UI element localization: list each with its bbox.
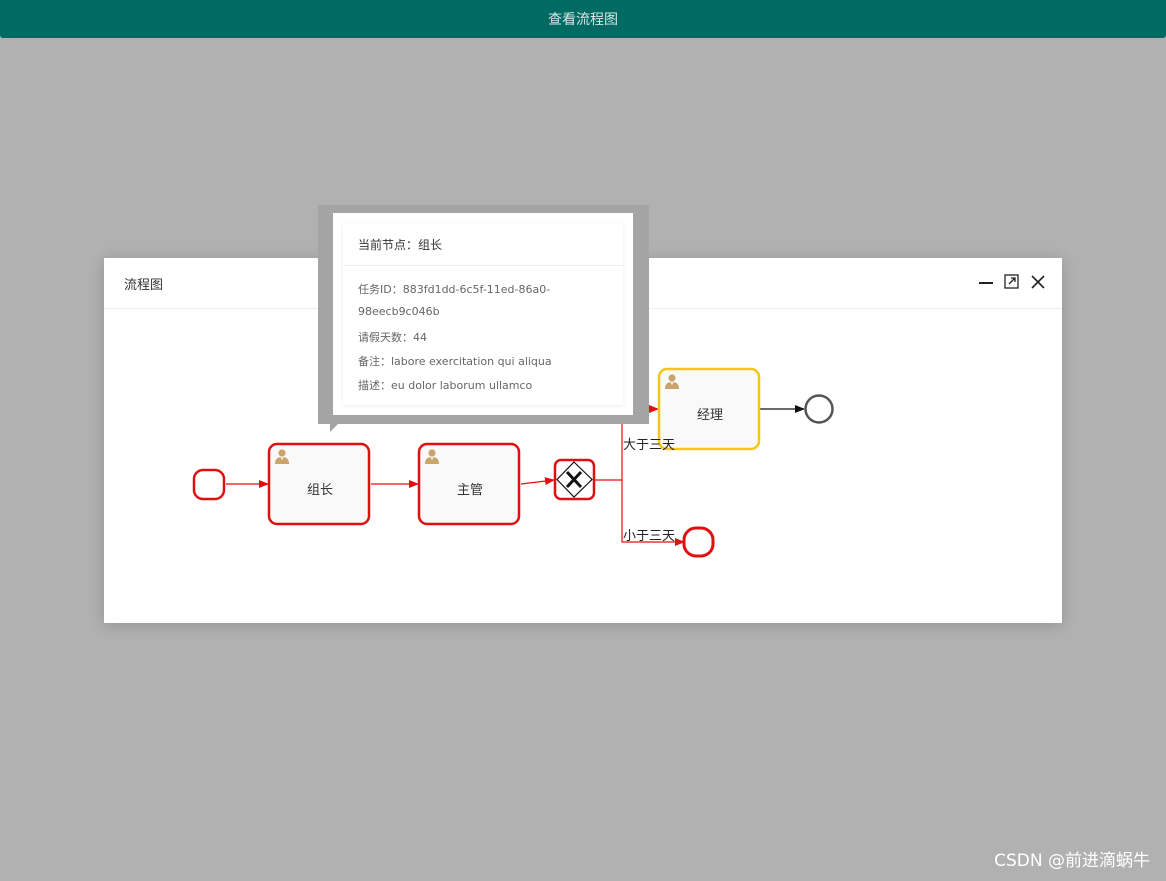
popup-leave-days: 请假天数：44	[358, 331, 427, 344]
popup-task-id-line2: 98eecb9c046b	[358, 305, 440, 318]
end-event-approved[interactable]	[804, 394, 834, 424]
task-label: 经理	[697, 408, 723, 423]
node-popup-header: 当前节点：组长	[343, 223, 623, 266]
popup-description: 描述：eu dolor laborum ullamco	[358, 379, 533, 392]
exclusive-gateway[interactable]	[553, 458, 596, 501]
watermark: CSDN @前进滴蜗牛	[994, 851, 1150, 871]
top-bar-title: 查看流程图	[548, 12, 618, 28]
popup-task-id-line1: 任务ID：883fd1dd-6c5f-11ed-86a0-	[358, 283, 551, 296]
node-popup-title: 当前节点：组长	[358, 238, 443, 252]
flow-label-less-than-three: 小于三天	[623, 529, 675, 544]
node-popup: 当前节点：组长 任务ID：883fd1dd-6c5f-11ed-86a0- 98…	[333, 213, 633, 415]
flow-zhuguan-to-gateway	[520, 477, 555, 486]
end-event-rejected[interactable]	[682, 526, 715, 558]
top-bar: 查看流程图	[0, 0, 1166, 38]
task-label: 组长	[307, 483, 333, 498]
flow-label-more-than-three: 大于三天	[623, 438, 675, 453]
task-zhuguan[interactable]: 主管	[417, 442, 521, 526]
task-label: 主管	[457, 483, 483, 498]
start-event[interactable]	[192, 468, 226, 501]
node-popup-tail	[330, 424, 338, 432]
node-popup-card: 当前节点：组长 任务ID：883fd1dd-6c5f-11ed-86a0- 98…	[343, 223, 623, 405]
popup-remark: 备注：labore exercitation qui aliqua	[358, 355, 552, 368]
task-jingli[interactable]: 经理	[657, 367, 761, 451]
task-zuzhang[interactable]: 组长	[267, 442, 371, 526]
